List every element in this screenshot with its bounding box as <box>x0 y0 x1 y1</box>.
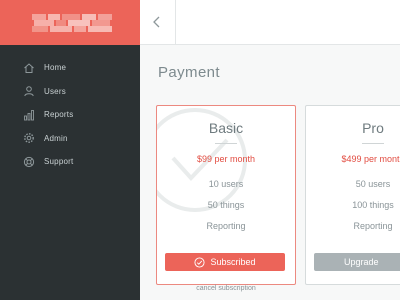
brand-header <box>0 0 140 45</box>
sidebar-item-label: Users <box>44 86 66 96</box>
sidebar-nav: Home Users Reports Admin Support <box>0 56 140 174</box>
brand-logo[interactable] <box>32 14 112 32</box>
plan-price: $499 per month <box>341 154 400 164</box>
page-title: Payment <box>158 64 220 81</box>
plan-name: Basic <box>208 120 244 136</box>
plan-feature-things: 100 things <box>352 200 394 210</box>
app-window: Home Users Reports Admin Support Payment… <box>0 0 400 300</box>
sidebar-item-support[interactable]: Support <box>0 150 140 174</box>
main-content: Payment Basic $99 per month 10 users 50 … <box>140 0 400 300</box>
cancel-subscription-link[interactable]: cancel subscription <box>156 285 296 292</box>
sidebar-item-home[interactable]: Home <box>0 56 140 80</box>
plan-divider <box>215 143 237 144</box>
subscribed-button-label: Subscribed <box>210 257 256 267</box>
plan-card-basic: Basic $99 per month 10 users 50 things R… <box>156 105 296 285</box>
user-icon <box>23 85 35 97</box>
sidebar-item-label: Reports <box>44 110 74 120</box>
sidebar-item-label: Support <box>44 157 74 167</box>
upgrade-button[interactable]: Upgrade <box>314 253 400 271</box>
plan-price: $99 per month <box>196 154 256 164</box>
plan-name: Pro <box>362 120 384 136</box>
bar-chart-icon <box>23 109 35 121</box>
back-button[interactable] <box>140 0 176 44</box>
upgrade-button-label: Upgrade <box>344 257 379 267</box>
gear-icon <box>23 132 35 144</box>
plan-feature-things: 50 things <box>207 200 245 210</box>
plan-feature-reporting: Reporting <box>206 221 246 231</box>
plan-feature-reporting: Reporting <box>353 221 393 231</box>
check-circle-icon <box>194 256 206 268</box>
subscribed-button[interactable]: Subscribed <box>165 253 285 271</box>
sidebar-item-users[interactable]: Users <box>0 80 140 104</box>
plan-card-pro: Pro $499 per month 50 users 100 things R… <box>305 105 400 285</box>
home-icon <box>23 62 35 74</box>
lifebuoy-icon <box>23 156 35 168</box>
sidebar: Home Users Reports Admin Support <box>0 0 140 300</box>
chevron-left-icon <box>153 16 160 28</box>
plan-feature-users: 10 users <box>208 179 244 189</box>
plan-divider <box>362 143 384 144</box>
sidebar-item-admin[interactable]: Admin <box>0 127 140 151</box>
top-bar <box>140 0 400 45</box>
sidebar-item-label: Home <box>44 63 67 73</box>
sidebar-item-label: Admin <box>44 133 68 143</box>
sidebar-item-reports[interactable]: Reports <box>0 103 140 127</box>
plan-feature-users: 50 users <box>355 179 391 189</box>
